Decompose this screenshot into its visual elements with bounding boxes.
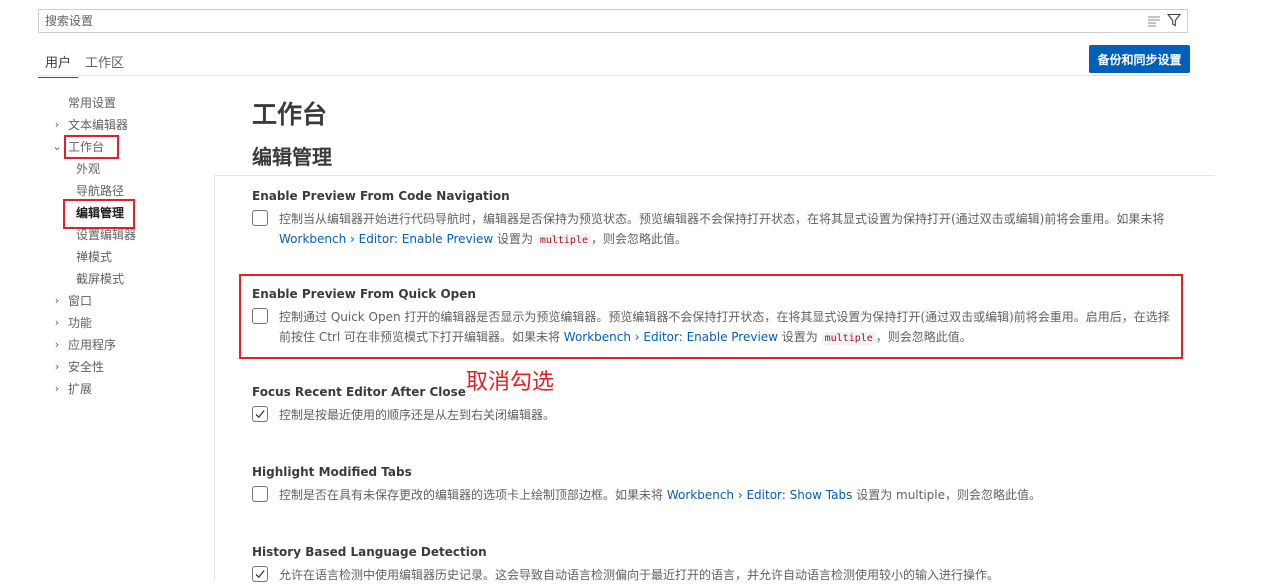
setting-description: 控制是否在具有未保存更改的编辑器的选项卡上绘制顶部边框。如果未将 Workben… [279,485,1041,505]
code-value: multiple [821,332,876,345]
section-title: 编辑管理 [252,145,332,169]
toc-item-settings-editor[interactable]: 设置编辑器 [50,224,215,246]
toc-item-zen-mode[interactable]: 禅模式 [50,246,215,268]
setting-title: History Based Language Detection [252,545,487,559]
toc-divider [214,175,215,581]
check-icon [255,410,265,419]
toc-item-window[interactable]: › 窗口 [50,290,215,312]
desc-text: ，则会忽略此值。 [591,232,688,246]
section-divider [214,175,1214,176]
setting-title: Highlight Modified Tabs [252,465,412,479]
setting-title: Enable Preview From Quick Open [252,287,476,301]
desc-text: 设置为 [777,330,822,344]
history-language-detection-checkbox[interactable] [252,566,268,582]
toc-item-workbench[interactable]: ⌄ 工作台 [50,136,215,158]
search-bar[interactable] [38,9,1188,33]
tab-workspace[interactable]: 工作区 [78,50,131,78]
toc-item-common[interactable]: 常用设置 [50,92,215,114]
enable-preview-code-nav-checkbox[interactable] [252,210,268,226]
chevron-right-icon: › [54,338,60,351]
toc-item-text-editor[interactable]: › 文本编辑器 [50,114,215,136]
tab-user[interactable]: 用户 [38,50,79,78]
chevron-down-icon: ⌄ [52,140,62,153]
setting-enable-preview-quick-open: Enable Preview From Quick Open 控制通过 Quic… [252,285,1172,349]
toc-item-appearance[interactable]: 外观 [50,158,215,180]
chevron-right-icon: › [54,316,60,329]
chevron-right-icon: › [54,360,60,373]
setting-enable-preview-code-nav: Enable Preview From Code Navigation 控制当从… [252,187,1172,251]
setting-description: 控制是按最近使用的顺序还是从左到右关闭编辑器。 [279,408,556,422]
setting-focus-recent-editor: Focus Recent Editor After Close 控制是按最近使用… [252,383,1172,425]
toc-item-screencast-mode[interactable]: 截屏模式 [50,268,215,290]
check-icon [255,570,265,579]
setting-title: Enable Preview From Code Navigation [252,189,510,203]
setting-link[interactable]: Workbench › Editor: Enable Preview [279,232,493,246]
desc-text: 设置为 multiple，则会忽略此值。 [852,488,1042,502]
desc-text: 控制当从编辑器开始进行代码导航时，编辑器是否保持为预览状态。预览编辑器不会保持打… [279,212,1165,226]
enable-preview-quick-open-checkbox[interactable] [252,308,268,324]
toc-item-breadcrumbs[interactable]: 导航路径 [50,180,215,202]
toc-item-editor-management[interactable]: 编辑管理 [50,202,215,224]
backup-sync-button[interactable]: 备份和同步设置 [1089,45,1190,73]
clear-filter-icon[interactable] [1147,12,1161,31]
focus-recent-editor-checkbox[interactable] [252,406,268,422]
toc-item-application[interactable]: › 应用程序 [50,334,215,356]
setting-history-language-detection: History Based Language Detection 允许在语言检测… [252,543,1172,585]
toc-item-security[interactable]: › 安全性 [50,356,215,378]
setting-link[interactable]: Workbench › Editor: Enable Preview [564,330,778,344]
settings-toc: 常用设置 › 文本编辑器 ⌄ 工作台 外观 导航路径 编辑管理 设置编辑器 禅模式 … [50,92,215,400]
page-title: 工作台 [252,100,328,129]
chevron-right-icon: › [54,382,60,395]
search-input[interactable] [39,11,1147,31]
setting-title: Focus Recent Editor After Close [252,385,466,399]
setting-description: 允许在语言检测中使用编辑器历史记录。这会导致自动语言检测偏向于最近打开的语言，并… [279,568,1000,582]
filter-icon[interactable] [1166,12,1182,31]
toc-item-extensions[interactable]: › 扩展 [50,378,215,400]
settings-scope-tabs: 用户 工作区 [38,50,131,78]
chevron-right-icon: › [54,294,60,307]
code-value: multiple [536,234,591,247]
setting-link[interactable]: Workbench › Editor: Show Tabs [667,488,853,502]
highlight-modified-tabs-checkbox[interactable] [252,486,268,502]
setting-description: 控制当从编辑器开始进行代码导航时，编辑器是否保持为预览状态。预览编辑器不会保持打… [279,209,1172,251]
setting-description: 控制通过 Quick Open 打开的编辑器是否显示为预览编辑器。预览编辑器不会… [279,307,1172,349]
chevron-right-icon: › [54,118,60,131]
toc-item-features[interactable]: › 功能 [50,312,215,334]
desc-text: 控制是否在具有未保存更改的编辑器的选项卡上绘制顶部边框。如果未将 [279,488,667,502]
tab-divider [38,75,1190,76]
desc-text: ，则会忽略此值。 [875,330,972,344]
desc-text: 设置为 [493,232,537,246]
setting-highlight-modified-tabs: Highlight Modified Tabs 控制是否在具有未保存更改的编辑器… [252,463,1172,505]
